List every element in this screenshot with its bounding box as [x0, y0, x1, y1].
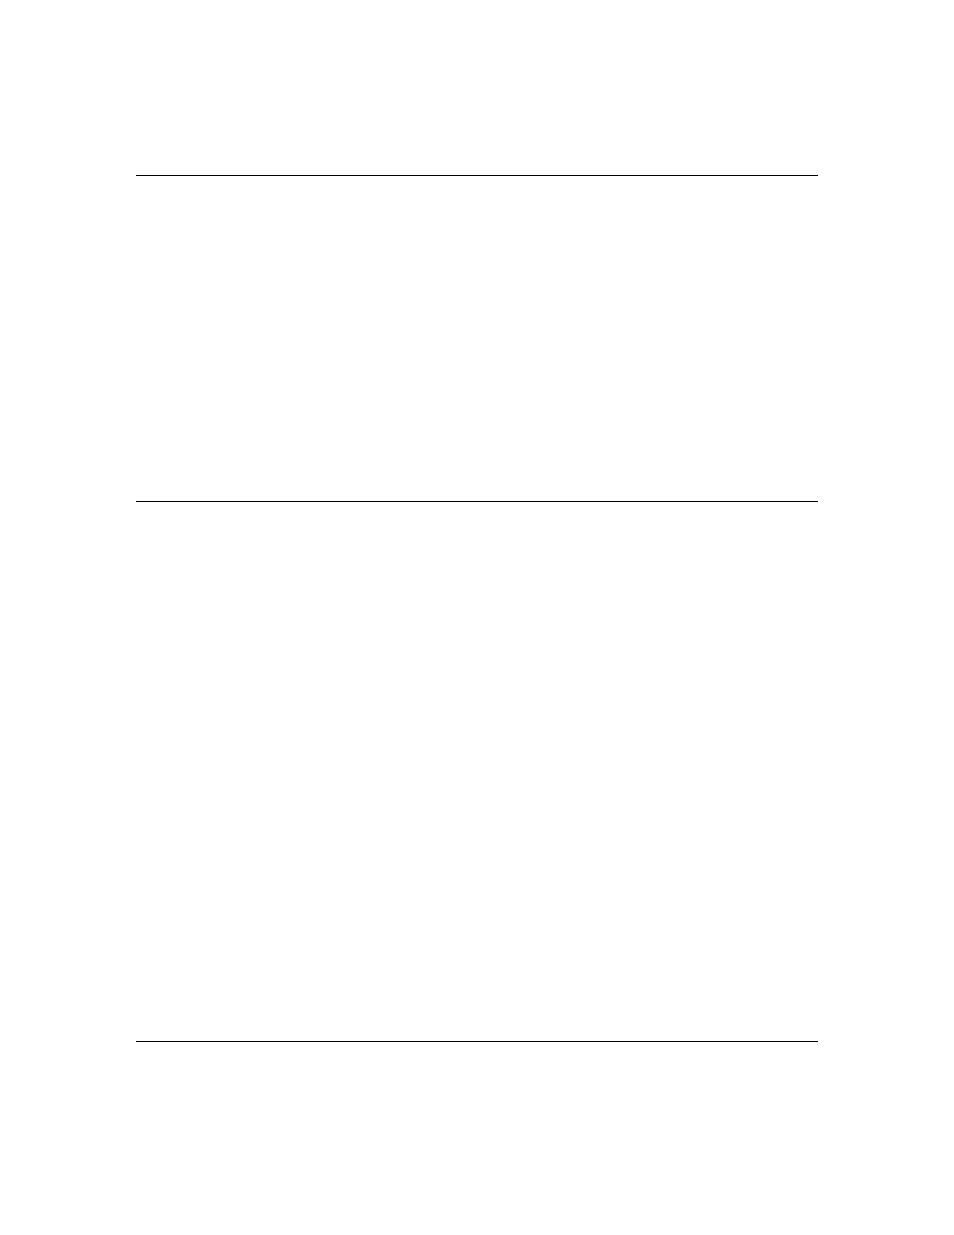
horizontal-rule	[136, 501, 818, 502]
document-page	[0, 0, 954, 1235]
horizontal-rule	[136, 175, 818, 176]
horizontal-rule	[136, 1041, 818, 1042]
